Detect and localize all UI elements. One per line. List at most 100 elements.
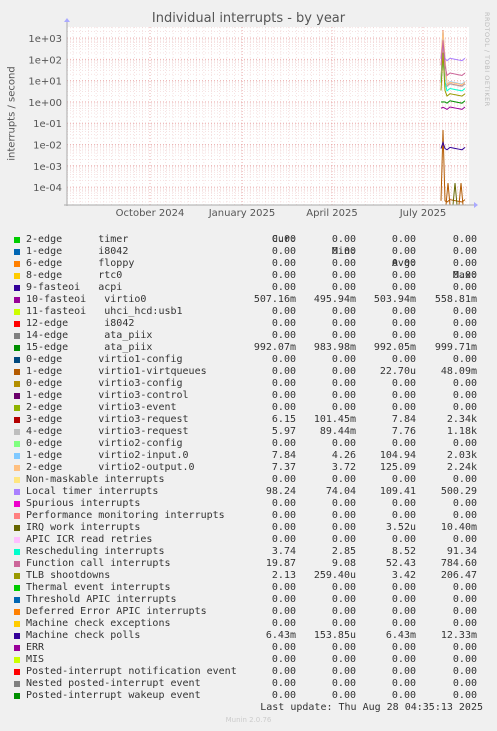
series-max: 999.71m	[434, 342, 477, 353]
series-name: 15-edge ata_piix	[26, 342, 153, 353]
series-avg: 0.00	[391, 234, 416, 245]
series-max: 0.00	[452, 330, 477, 341]
series-name: Deferred Error APIC interrupts	[26, 606, 207, 617]
munin-version: Munin 2.0.76	[225, 716, 272, 724]
legend-swatch	[14, 501, 20, 507]
series-avg: 0.00	[391, 642, 416, 653]
series-avg: 0.00	[391, 270, 416, 281]
series-avg: 0.00	[391, 354, 416, 365]
legend-row: 1-edge virtio2-input.0 7.84 4.26 104.94 2.03…	[12, 450, 492, 462]
legend-swatch	[14, 657, 20, 663]
series-avg: 0.00	[391, 378, 416, 389]
series-avg: 8.52	[391, 546, 416, 557]
series-name: Performance monitoring interrupts	[26, 510, 225, 521]
chart-plot: 1e+03 1e+02 1e+01 1e+00 1e-01 1e-02 1e-03 1e-04…	[28, 18, 478, 219]
series-name: Posted-interrupt wakeup event	[26, 690, 201, 701]
series-avg: 0.00	[391, 510, 416, 521]
series-name: 9-fasteoi acpi	[26, 282, 123, 293]
series-name: 6-edge floppy	[26, 258, 135, 269]
legend-row: APIC ICR read retries 0.00 0.00 0.00 0.00	[12, 534, 492, 546]
series-max: 0.00	[452, 234, 477, 245]
legend-table: Cur: Min: Avg: Max: 2-edge timer 0.00 0.00…	[12, 222, 492, 702]
series-name: Posted-interrupt notification event	[26, 666, 237, 677]
series-name: 0-edge virtio3-config	[26, 378, 183, 389]
series-name: Nested posted-interrupt event	[26, 678, 201, 689]
legend-row: Thermal event interrupts 0.00 0.00 0.00 0.00	[12, 582, 492, 594]
series-avg: 0.00	[391, 666, 416, 677]
series-avg: 0.00	[391, 690, 416, 701]
x-tick-label: October 2024	[116, 208, 185, 219]
legend-row: Machine check exceptions 0.00 0.00 0.00 0.00	[12, 618, 492, 630]
legend-swatch	[14, 585, 20, 591]
legend-row: MIS 0.00 0.00 0.00 0.00	[12, 654, 492, 666]
series-name: 0-edge virtio1-config	[26, 354, 183, 365]
series-max: 0.00	[452, 390, 477, 401]
series-max: 48.09m	[440, 366, 477, 377]
series-avg: 0.00	[391, 594, 416, 605]
series-max: 0.00	[452, 354, 477, 365]
series-max: 0.00	[452, 246, 477, 257]
legend-row: Spurious interrupts 0.00 0.00 0.00 0.00	[12, 498, 492, 510]
series-name: 11-fasteoi uhci_hcd:usb1	[26, 306, 183, 317]
series-max: 0.00	[452, 258, 477, 269]
legend-row: Threshold APIC interrupts 0.00 0.00 0.00 0.0…	[12, 594, 492, 606]
legend-row: Nested posted-interrupt event 0.00 0.00 0.0…	[12, 678, 492, 690]
series-max: 0.00	[452, 318, 477, 329]
legend-swatch	[14, 645, 20, 651]
legend-swatch	[14, 693, 20, 699]
legend-swatch	[14, 417, 20, 423]
series-avg: 0.00	[391, 654, 416, 665]
last-update: Last update: Thu Aug 28 04:35:13 2025	[260, 702, 483, 713]
legend-swatch	[14, 597, 20, 603]
series-max: 0.00	[452, 402, 477, 413]
legend-row: Posted-interrupt wakeup event 0.00 0.00 0.0…	[12, 690, 492, 702]
legend-row: 0-edge virtio3-config 0.00 0.00 0.00 0.00	[12, 378, 492, 390]
series-name: 4-edge virtio3-request	[26, 426, 189, 437]
series-max: 558.81m	[434, 294, 477, 305]
series-avg: 6.43m	[385, 630, 416, 641]
legend-swatch	[14, 609, 20, 615]
legend-row: Deferred Error APIC interrupts 0.00 0.00 0.…	[12, 606, 492, 618]
series-max: 0.00	[452, 606, 477, 617]
series-avg: 7.76	[391, 426, 416, 437]
series-max: 0.00	[452, 438, 477, 449]
legend-row: Performance monitoring interrupts 0.00 0.0…	[12, 510, 492, 522]
series-avg: 52.43	[385, 558, 416, 569]
series-max: 0.00	[452, 594, 477, 605]
legend-row: 11-fasteoi uhci_hcd:usb1 0.00 0.00 0.00 0.00	[12, 306, 492, 318]
legend-row: 3-edge virtio3-request 6.15 101.45m 7.84 2.3…	[12, 414, 492, 426]
series-avg: 0.00	[391, 306, 416, 317]
series-max: 0.00	[452, 678, 477, 689]
legend-row: 8-edge rtc0 0.00 0.00 0.00 0.00	[12, 270, 492, 282]
y-axis-arrow	[64, 18, 70, 22]
series-avg: 0.00	[391, 606, 416, 617]
legend-swatch	[14, 477, 20, 483]
series-avg: 0.00	[391, 498, 416, 509]
legend-row: 2-edge timer 0.00 0.00 0.00 0.00	[12, 234, 492, 246]
series-avg: 125.09	[379, 462, 416, 473]
legend-swatch	[14, 681, 20, 687]
series-avg: 104.94	[379, 450, 416, 461]
series-max: 91.34	[446, 546, 477, 557]
legend-swatch	[14, 453, 20, 459]
series-avg: 7.84	[391, 414, 416, 425]
legend-header: Cur: Min: Avg: Max:	[12, 222, 492, 281]
series-max: 0.00	[452, 282, 477, 293]
legend-row: Rescheduling interrupts 3.74 2.85 8.52 91.34	[12, 546, 492, 558]
legend-swatch	[14, 405, 20, 411]
legend-row: 12-edge i8042 0.00 0.00 0.00 0.00	[12, 318, 492, 330]
series-name: 1-edge virtio2-input.0	[26, 450, 189, 461]
series-max: 206.47	[440, 570, 477, 581]
series-name: 2-edge virtio2-output.0	[26, 462, 195, 473]
legend-row: 9-fasteoi acpi 0.00 0.00 0.00 0.00	[12, 282, 492, 294]
legend-row: 15-edge ata_piix 992.07m 983.98m 992.05m 999…	[12, 342, 492, 354]
series-max: 0.00	[452, 642, 477, 653]
x-axis-arrow	[474, 202, 478, 208]
series-name: Function call interrupts	[26, 558, 171, 569]
series-max: 2.03k	[446, 450, 477, 461]
legend-row: TLB shootdowns 2.13 259.40u 3.42 206.47	[12, 570, 492, 582]
series-name: 8-edge rtc0	[26, 270, 123, 281]
series-name: 2-edge timer	[26, 234, 129, 245]
series-max: 784.60	[440, 558, 477, 569]
series-name: 10-fasteoi virtio0	[26, 294, 147, 305]
